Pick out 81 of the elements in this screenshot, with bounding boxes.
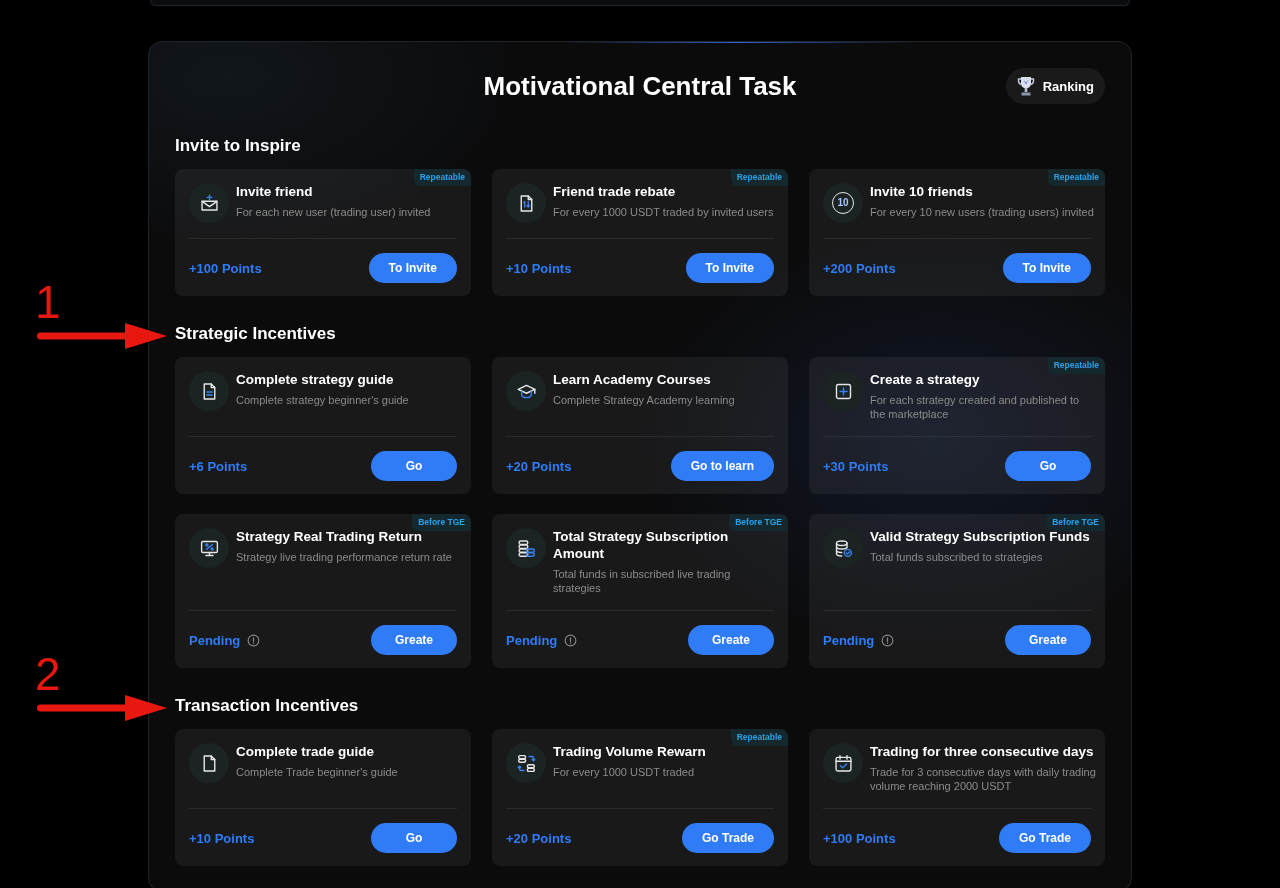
task-description: For each strategy created and published to the marketplace xyxy=(870,393,1081,421)
task-title: Friend trade rebate xyxy=(553,183,677,200)
points-text: +20 Points xyxy=(506,458,572,474)
tag-label: Repeatable xyxy=(1047,169,1105,186)
tag-label: Before TGE xyxy=(412,514,471,531)
annotation-number: 1 xyxy=(35,279,62,325)
info-icon xyxy=(247,633,261,647)
action-button[interactable]: Go Trade xyxy=(999,823,1091,853)
task-description: For every 1000 USDT traded by invited users xyxy=(553,205,775,219)
task-title: Complete strategy guide xyxy=(236,371,395,388)
task-title: Total Strategy Subscription Amount xyxy=(553,528,730,562)
action-button[interactable]: Go Trade xyxy=(682,823,774,853)
task-title: Invite friend xyxy=(236,183,314,200)
status-text: Pending xyxy=(506,632,558,648)
calendar-check-icon xyxy=(823,743,863,783)
task-description: Total funds subscribed to strategies xyxy=(870,550,1044,564)
section-heading: Strategic Incentives xyxy=(175,323,337,345)
graduation-cap-icon xyxy=(506,371,546,411)
task-title: Invite 10 friends xyxy=(870,183,974,200)
action-button[interactable]: To Invite xyxy=(1002,253,1091,283)
annotation-number: 2 xyxy=(35,651,62,697)
task-description: For every 10 new users (trading users) invited xyxy=(870,205,1095,219)
square-plus-icon xyxy=(823,371,863,411)
action-button[interactable]: To Invite xyxy=(685,253,774,283)
section-heading: Invite to Inspire xyxy=(175,135,302,157)
section-heading: Transaction Incentives xyxy=(175,695,360,717)
monitor-percent-icon xyxy=(189,528,229,568)
task-title: Trading for three consecutive days xyxy=(870,743,1095,760)
task-description: Total funds in subscribed live trading strategies xyxy=(553,567,732,595)
task-title: Valid Strategy Subscription Funds xyxy=(870,528,1091,545)
action-button[interactable]: Go xyxy=(1005,451,1091,481)
blank-document-icon xyxy=(189,743,229,783)
document-icon xyxy=(189,371,229,411)
task-description: Complete Strategy Academy learning xyxy=(553,393,736,407)
action-button[interactable]: Greate xyxy=(371,625,457,655)
points-text: +10 Points xyxy=(506,260,572,276)
action-button[interactable]: To Invite xyxy=(368,253,457,283)
status-text: Pending xyxy=(823,632,875,648)
action-button[interactable]: Go xyxy=(371,823,457,853)
action-button[interactable]: Greate xyxy=(688,625,774,655)
task-title: Trading Volume Rewarn xyxy=(553,743,707,760)
task-description: Strategy live trading performance return rate xyxy=(236,550,453,564)
info-icon xyxy=(881,633,895,647)
points-text: +10 Points xyxy=(189,830,255,846)
task-description: For every 1000 USDT traded xyxy=(553,765,696,779)
coin-stack-icon xyxy=(506,528,546,568)
points-text: +100 Points xyxy=(823,830,896,846)
info-icon xyxy=(564,633,578,647)
action-button[interactable]: Go to learn xyxy=(670,451,774,481)
task-description: Complete Trade beginner's guide xyxy=(236,765,399,779)
tag-label: Before TGE xyxy=(1046,514,1105,531)
task-title: Create a strategy xyxy=(870,371,981,388)
tag-label: Before TGE xyxy=(729,514,788,531)
action-button[interactable]: Go xyxy=(371,451,457,481)
tag-label: Repeatable xyxy=(730,169,788,186)
arrow-icon xyxy=(37,322,167,350)
points-text: +200 Points xyxy=(823,260,896,276)
ranking-button[interactable]: Ranking xyxy=(1005,68,1105,104)
points-text: +6 Points xyxy=(189,458,248,474)
points-text: +100 Points xyxy=(189,260,262,276)
task-title: Strategy Real Trading Return xyxy=(236,528,424,545)
panel-title: Motivational Central Task xyxy=(483,70,797,102)
numbered-circle-icon: 10 xyxy=(823,183,863,223)
action-button[interactable]: Greate xyxy=(1005,625,1091,655)
tag-label: Repeatable xyxy=(1047,357,1105,374)
task-title: Complete trade guide xyxy=(236,743,376,760)
task-description: Trade for 3 consecutive days with daily trading volume reaching 2000 USDT xyxy=(870,765,1097,793)
points-text: +30 Points xyxy=(823,458,889,474)
status-text: Pending xyxy=(189,632,241,648)
task-description: For each new user (trading user) invited xyxy=(236,205,432,219)
arrow-icon xyxy=(37,694,167,722)
envelope-plus-icon xyxy=(189,183,229,223)
task-title: Learn Academy Courses xyxy=(553,371,712,388)
document-arrows-icon xyxy=(506,183,546,223)
task-description: Complete strategy beginner's guide xyxy=(236,393,410,407)
tag-label: Repeatable xyxy=(730,729,788,746)
coin-exchange-icon xyxy=(506,743,546,783)
trophy-icon xyxy=(1015,75,1036,97)
tag-label: Repeatable xyxy=(413,169,471,186)
database-check-icon xyxy=(823,528,863,568)
points-text: +20 Points xyxy=(506,830,572,846)
